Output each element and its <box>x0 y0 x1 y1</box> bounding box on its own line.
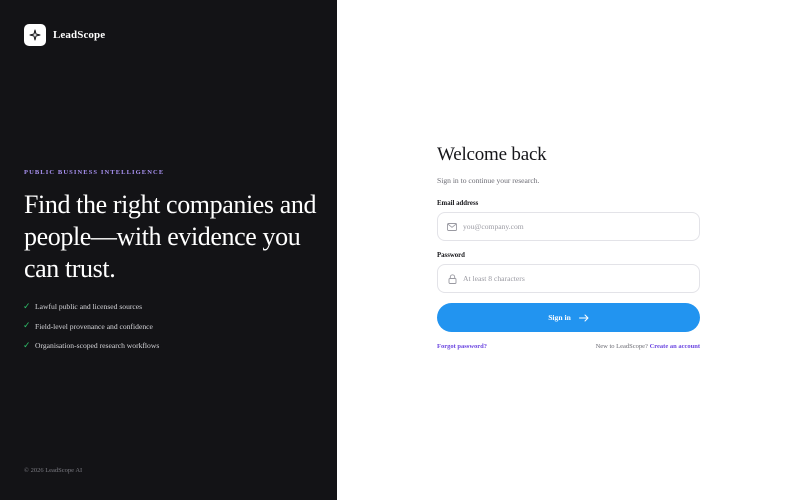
copyright: © 2026 LeadScope AI <box>24 467 83 474</box>
email-label: Email address <box>437 200 479 207</box>
sign-in-page: LeadScope PUBLIC BUSINESS INTELLIGENCE F… <box>0 0 800 500</box>
lock-icon <box>446 273 458 285</box>
sign-in-form: Welcome back Sign in to continue your re… <box>437 144 700 350</box>
check-icon: ✓ <box>23 301 31 312</box>
forgot-password-link[interactable]: Forgot password? <box>437 343 487 350</box>
feature-list: ✓ Lawful public and licensed sources ✓ F… <box>23 297 159 356</box>
eyebrow-label: PUBLIC BUSINESS INTELLIGENCE <box>24 169 165 176</box>
feature-label: Lawful public and licensed sources <box>35 302 143 312</box>
brand[interactable]: LeadScope <box>24 24 105 46</box>
create-account-row: New to LeadScope? Create an account <box>596 343 700 350</box>
feature-label: Organisation-scoped research workflows <box>35 341 160 351</box>
create-account-link[interactable]: Create an account <box>650 343 700 350</box>
brand-name: LeadScope <box>53 29 106 41</box>
form-panel: Welcome back Sign in to continue your re… <box>337 0 800 500</box>
password-field-container[interactable] <box>437 264 700 293</box>
check-icon: ✓ <box>23 321 31 332</box>
sparkle-icon <box>24 24 46 46</box>
new-user-text: New to LeadScope? <box>595 343 650 350</box>
form-title: Welcome back <box>437 144 547 165</box>
arrow-right-icon <box>578 314 589 322</box>
hero-headline: Find the right companies and people—with… <box>24 190 317 283</box>
email-input[interactable] <box>463 222 683 231</box>
feature-item: ✓ Organisation-scoped research workflows <box>23 336 159 356</box>
sign-in-label: Sign in <box>548 313 571 322</box>
sign-in-button[interactable]: Sign in <box>437 303 700 332</box>
feature-item: ✓ Lawful public and licensed sources <box>23 297 159 317</box>
form-subtitle: Sign in to continue your research. <box>437 176 540 185</box>
mail-icon <box>446 221 458 233</box>
check-icon: ✓ <box>23 340 31 351</box>
feature-item: ✓ Field-level provenance and confidence <box>23 317 159 337</box>
password-label: Password <box>437 252 465 259</box>
marketing-panel: LeadScope PUBLIC BUSINESS INTELLIGENCE F… <box>0 0 337 500</box>
email-field-container[interactable] <box>437 212 700 241</box>
form-links: Forgot password? New to LeadScope? Creat… <box>437 343 700 350</box>
feature-label: Field-level provenance and confidence <box>35 321 153 331</box>
password-input[interactable] <box>463 274 683 283</box>
